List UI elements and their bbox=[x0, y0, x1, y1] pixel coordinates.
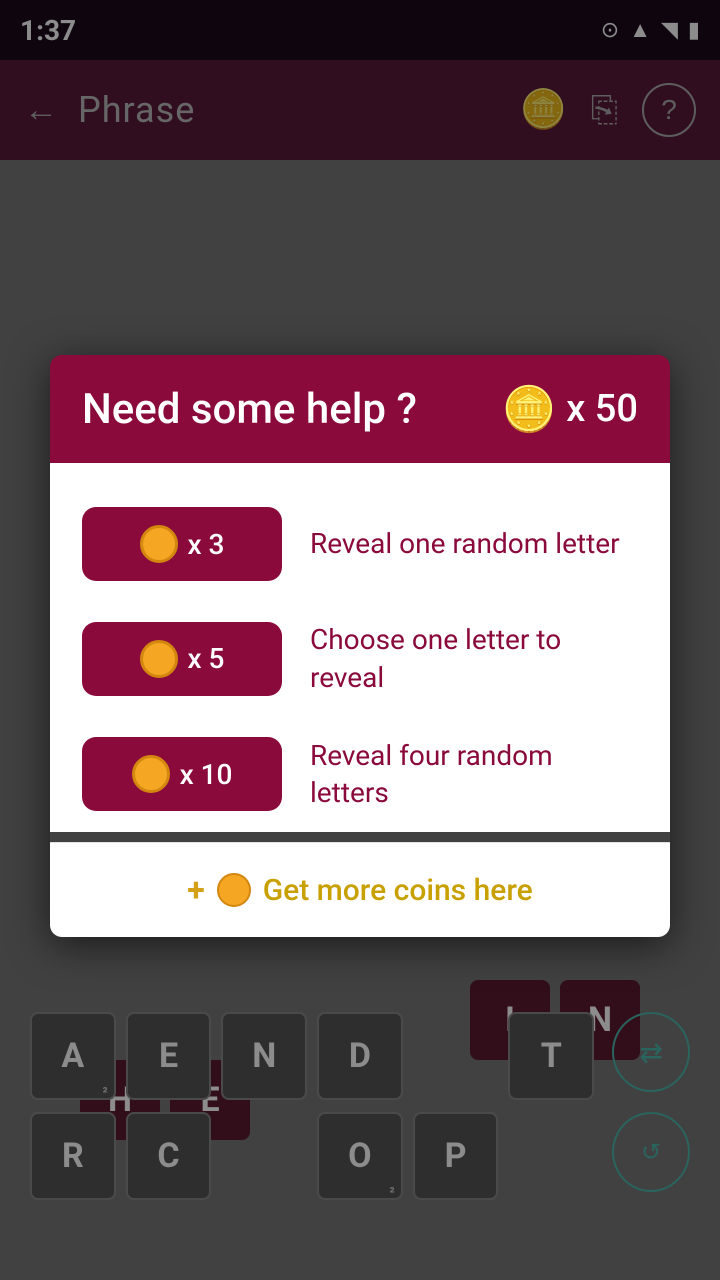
hint-pill-2: x 5 bbox=[82, 622, 282, 696]
pill-coin-1 bbox=[140, 525, 178, 563]
plus-icon: + bbox=[187, 871, 204, 909]
pill-coin-3 bbox=[132, 755, 170, 793]
hint-pill-3: x 10 bbox=[82, 737, 282, 811]
coin-count-display: 🪙 x 50 bbox=[501, 383, 638, 435]
pill-coin-2 bbox=[140, 640, 178, 678]
get-more-coins-button[interactable]: + Get more coins here bbox=[50, 842, 670, 937]
hint-cost-1: x 3 bbox=[188, 528, 225, 561]
hint-pill-1: x 3 bbox=[82, 507, 282, 581]
hint-desc-1: Reveal one random letter bbox=[310, 525, 638, 563]
footer-coin-icon bbox=[217, 873, 251, 907]
hint-row-1[interactable]: x 3 Reveal one random letter bbox=[82, 487, 638, 601]
coin-count-text: x 50 bbox=[566, 387, 638, 431]
footer-label: Get more coins here bbox=[263, 873, 533, 908]
hint-desc-2: Choose one letter to reveal bbox=[310, 621, 638, 697]
hint-row-2[interactable]: x 5 Choose one letter to reveal bbox=[82, 601, 638, 717]
dialog-header: Need some help ? 🪙 x 50 bbox=[50, 355, 670, 463]
hint-cost-2: x 5 bbox=[188, 642, 225, 675]
hint-desc-3: Reveal four random letters bbox=[310, 737, 638, 813]
dialog-body: x 3 Reveal one random letter x 5 Choose … bbox=[50, 463, 670, 832]
help-dialog: Need some help ? 🪙 x 50 x 3 Reveal one r… bbox=[50, 355, 670, 937]
hint-cost-3: x 10 bbox=[180, 758, 233, 791]
hint-row-3[interactable]: x 10 Reveal four random letters bbox=[82, 717, 638, 833]
coin-stack-icon: 🪙 bbox=[501, 383, 556, 435]
dialog-title: Need some help ? bbox=[82, 385, 417, 434]
